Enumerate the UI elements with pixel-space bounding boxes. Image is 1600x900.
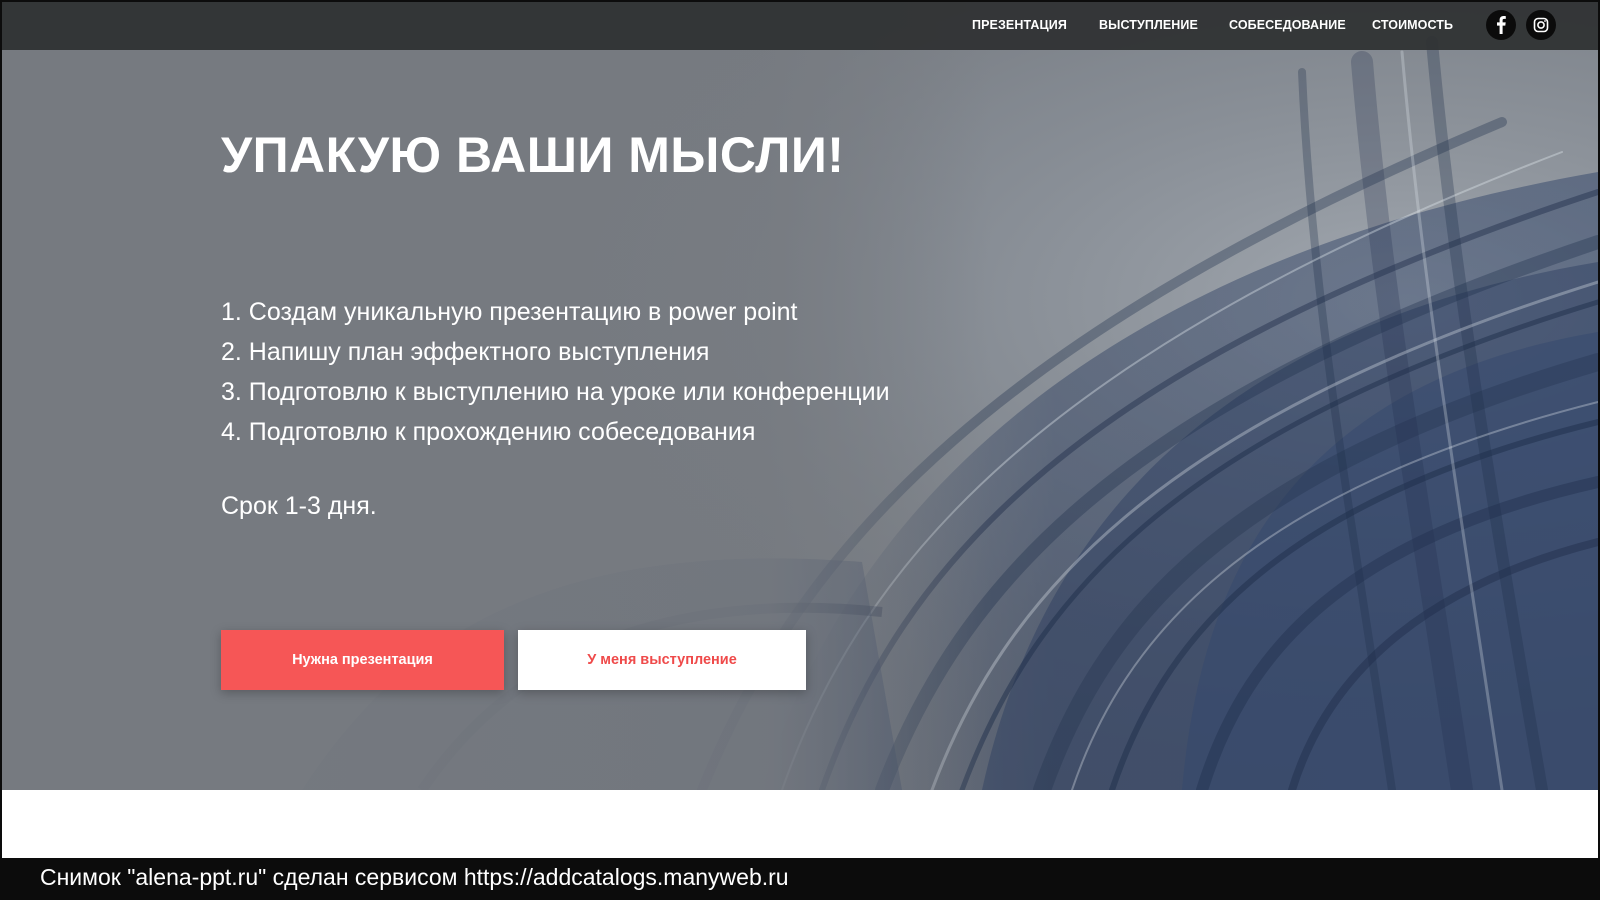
service-item: 3. Подготовлю к выступлению на уроке или…	[221, 378, 890, 406]
screenshot-frame: ПРЕЗЕНТАЦИЯ ВЫСТУПЛЕНИЕ СОБЕСЕДОВАНИЕ СТ…	[0, 0, 1600, 900]
facebook-icon[interactable]	[1486, 10, 1516, 40]
hero-section: ПРЕЗЕНТАЦИЯ ВЫСТУПЛЕНИЕ СОБЕСЕДОВАНИЕ СТ…	[2, 2, 1598, 790]
nav-item-presentation[interactable]: ПРЕЗЕНТАЦИЯ	[972, 18, 1067, 32]
screenshot-caption: Снимок "alena-ppt.ru" сделан сервисом ht…	[40, 864, 789, 890]
web-page: ПРЕЗЕНТАЦИЯ ВЫСТУПЛЕНИЕ СОБЕСЕДОВАНИЕ СТ…	[2, 2, 1598, 858]
nav-item-speech[interactable]: ВЫСТУПЛЕНИЕ	[1099, 18, 1198, 32]
caption-bar: Снимок "alena-ppt.ru" сделан сервисом ht…	[0, 858, 1600, 900]
service-item: 4. Подготовлю к прохождению собеседовани…	[221, 418, 756, 446]
hero-title: УПАКУЮ ВАШИ МЫСЛИ!	[221, 127, 845, 183]
need-presentation-button[interactable]: Нужна презентация	[221, 630, 504, 690]
services-list: 1. Создам уникальную презентацию в power…	[221, 292, 890, 452]
service-item: 2. Напишу план эффектного выступления	[221, 338, 710, 366]
service-item: 1. Создам уникальную презентацию в power…	[221, 298, 798, 326]
have-speech-button[interactable]: У меня выступление	[518, 630, 806, 690]
delivery-term: Срок 1-3 дня.	[221, 492, 377, 520]
nav-item-interview[interactable]: СОБЕСЕДОВАНИЕ	[1229, 18, 1346, 32]
nav-item-price[interactable]: СТОИМОСТЬ	[1372, 18, 1453, 32]
instagram-icon[interactable]	[1526, 10, 1556, 40]
top-navbar: ПРЕЗЕНТАЦИЯ ВЫСТУПЛЕНИЕ СОБЕСЕДОВАНИЕ СТ…	[2, 2, 1598, 50]
